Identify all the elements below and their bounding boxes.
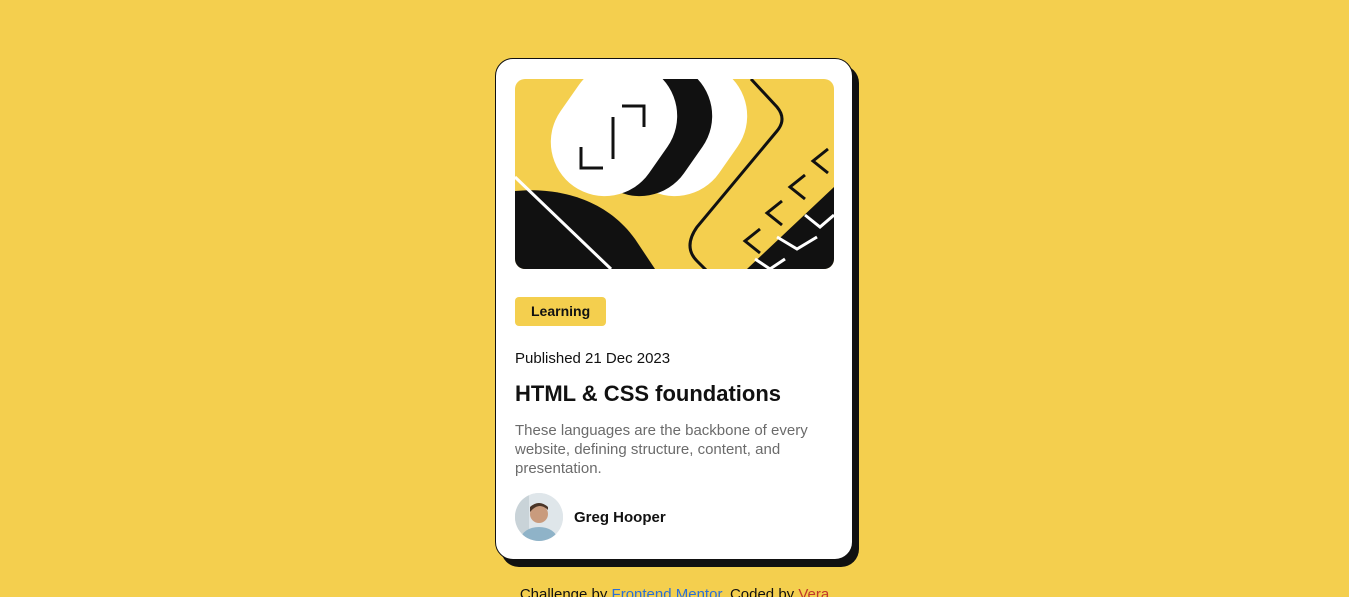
attribution-prefix: Challenge by [519, 586, 608, 597]
author: Greg Hooper [515, 493, 666, 541]
hero-illustration [515, 79, 834, 269]
coder-link[interactable]: Vera [798, 586, 829, 597]
blog-preview-card: Learning Published 21 Dec 2023 HTML & CS… [495, 58, 853, 560]
published-date: Published 21 Dec 2023 [515, 350, 671, 367]
category-tag: Learning [515, 297, 607, 326]
card-title[interactable]: HTML & CSS foundations [515, 381, 781, 407]
card-description: These languages are the backbone of ever… [515, 422, 808, 477]
author-name: Greg Hooper [574, 508, 666, 526]
page: Learning Published 21 Dec 2023 HTML & CS… [0, 0, 1349, 597]
attribution: Challenge by Frontend Mentor. Coded by V… [0, 586, 1349, 597]
frontend-mentor-link[interactable]: Frontend Mentor [612, 586, 722, 597]
avatar [515, 493, 563, 541]
attribution-middle: . Coded by [721, 586, 795, 597]
